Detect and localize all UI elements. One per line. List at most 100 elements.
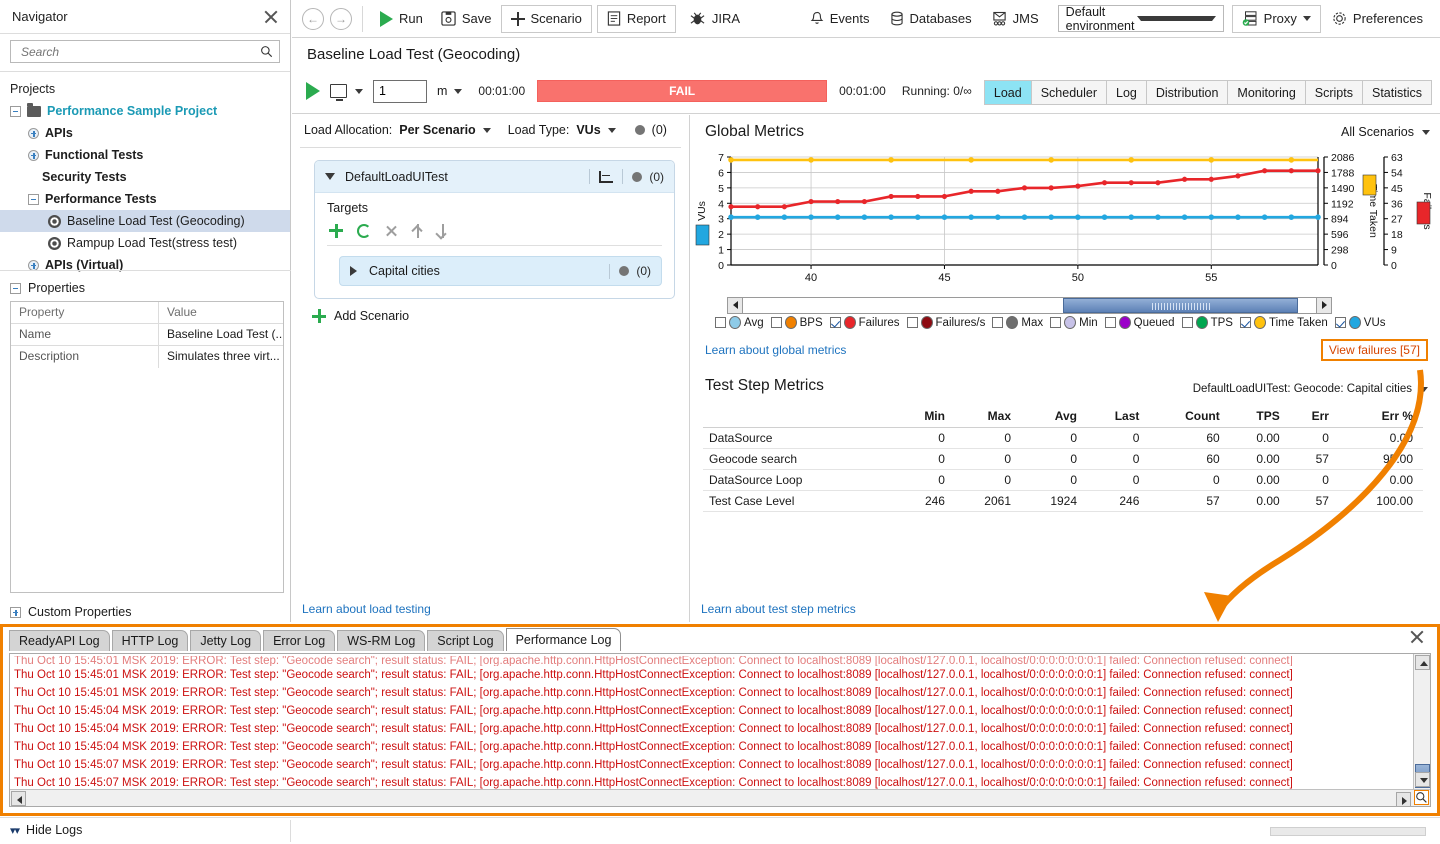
table-row[interactable]: Description Simulates three virt...	[11, 346, 283, 368]
log-tab-performance-log[interactable]: Performance Log	[506, 628, 622, 651]
table-row[interactable]: Name Baseline Load Test (...	[11, 324, 283, 346]
tab-log[interactable]: Log	[1107, 81, 1147, 104]
legend-item-vus[interactable]: VUs	[1335, 316, 1386, 329]
load-allocation-value[interactable]: Per Scenario	[399, 123, 475, 137]
legend-item-avg[interactable]: Avg	[715, 316, 764, 329]
scroll-thumb[interactable]	[1063, 298, 1298, 313]
preferences-button[interactable]: Preferences	[1323, 5, 1432, 33]
legend-item-tps[interactable]: TPS	[1182, 316, 1233, 329]
agent-select[interactable]	[330, 84, 363, 98]
legend-checkbox[interactable]	[1240, 317, 1251, 328]
add-target-icon[interactable]	[329, 224, 343, 238]
scenario-card-header[interactable]: DefaultLoadUITest (0)	[315, 161, 674, 193]
expander-minus-icon[interactable]	[28, 194, 39, 205]
legend-checkbox[interactable]	[907, 317, 918, 328]
log-horizontal-scrollbar[interactable]	[10, 789, 1430, 806]
tree-item-project[interactable]: Performance Sample Project	[0, 100, 290, 122]
tab-distribution[interactable]: Distribution	[1147, 81, 1229, 104]
expander-plus-icon[interactable]	[28, 260, 39, 271]
hide-logs-button[interactable]: ▾▾ Hide Logs	[10, 823, 82, 837]
scroll-down-button[interactable]	[1415, 772, 1430, 787]
legend-checkbox[interactable]	[1050, 317, 1061, 328]
run-test-button[interactable]	[306, 82, 320, 100]
limit-input[interactable]	[373, 80, 427, 103]
scroll-left-button[interactable]	[728, 298, 743, 313]
expander-minus-icon[interactable]	[10, 106, 21, 117]
close-icon[interactable]	[262, 8, 280, 26]
scroll-up-button[interactable]	[1415, 655, 1430, 670]
scroll-right-button[interactable]	[1316, 298, 1331, 313]
custom-properties-header[interactable]: Custom Properties	[0, 602, 291, 622]
move-up-icon[interactable]	[412, 224, 423, 238]
expander-minus-icon[interactable]	[10, 283, 21, 294]
tree-item-performance-tests[interactable]: Performance Tests	[0, 188, 290, 210]
chevron-down-icon[interactable]	[483, 128, 491, 133]
tree-item-apis-virtual[interactable]: APIs (Virtual)	[0, 254, 290, 276]
delete-icon[interactable]	[385, 224, 398, 237]
proxy-button[interactable]: Proxy	[1232, 5, 1321, 33]
add-scenario-link[interactable]: Add Scenario	[292, 299, 689, 323]
table-row[interactable]: Geocode search0000600.005795.00	[703, 449, 1423, 470]
legend-checkbox[interactable]	[1335, 317, 1346, 328]
legend-item-failures[interactable]: Failures	[830, 316, 900, 329]
chart-hscrollbar[interactable]	[727, 297, 1332, 314]
run-button[interactable]: Run	[371, 5, 432, 33]
scroll-right-button[interactable]	[1396, 792, 1411, 807]
jira-button[interactable]: JIRA	[680, 5, 749, 33]
refresh-icon[interactable]	[357, 224, 371, 238]
legend-item-bps[interactable]: BPS	[771, 316, 823, 329]
tree-item-security-tests[interactable]: Security Tests	[0, 166, 290, 188]
tab-load[interactable]: Load	[985, 81, 1032, 104]
back-arrow-icon[interactable]: ←	[302, 8, 324, 30]
events-button[interactable]: Events	[801, 5, 879, 33]
log-tab-script-log[interactable]: Script Log	[427, 630, 503, 651]
expander-plus-icon[interactable]	[28, 128, 39, 139]
expander-plus-icon[interactable]	[10, 607, 21, 618]
close-icon[interactable]	[1409, 629, 1425, 645]
legend-item-max[interactable]: Max	[992, 316, 1043, 329]
table-row[interactable]: DataSource0000600.0000.00	[703, 428, 1423, 449]
tree-item-rampup-load-test[interactable]: Rampup Load Test(stress test)	[0, 232, 290, 254]
learn-about-test-step-metrics-link[interactable]: Learn about test step metrics	[701, 602, 856, 616]
scenario-scope-select[interactable]: All Scenarios	[1341, 125, 1430, 139]
tab-scripts[interactable]: Scripts	[1306, 81, 1363, 104]
properties-header[interactable]: Properties	[0, 277, 291, 299]
legend-checkbox[interactable]	[830, 317, 841, 328]
tab-statistics[interactable]: Statistics	[1363, 81, 1431, 104]
test-step-scope-select[interactable]: DefaultLoadUITest: Geocode: Capital citi…	[1193, 383, 1428, 395]
log-tab-jetty-log[interactable]: Jetty Log	[190, 630, 261, 651]
expander-plus-icon[interactable]	[28, 150, 39, 161]
environment-select[interactable]: Default environment	[1058, 5, 1224, 32]
legend-item-min[interactable]: Min	[1050, 316, 1098, 329]
tab-monitoring[interactable]: Monitoring	[1228, 81, 1305, 104]
log-tab-http-log[interactable]: HTTP Log	[112, 630, 189, 651]
legend-checkbox[interactable]	[992, 317, 1003, 328]
chevron-down-icon[interactable]	[608, 128, 616, 133]
search-box[interactable]	[10, 40, 280, 63]
add-scenario-button[interactable]: Scenario	[501, 5, 592, 33]
jms-button[interactable]: JMS	[983, 5, 1048, 33]
learn-about-load-testing-link[interactable]: Learn about load testing	[302, 602, 431, 616]
save-button[interactable]: Save	[432, 5, 501, 33]
search-input[interactable]	[19, 44, 260, 60]
log-tab-error-log[interactable]: Error Log	[263, 630, 335, 651]
chevron-right-icon[interactable]	[350, 266, 357, 276]
legend-item-failures-s[interactable]: Failures/s	[907, 316, 986, 329]
log-lines[interactable]: Thu Oct 10 15:45:01 MSK 2019: ERROR: Tes…	[10, 654, 1412, 789]
load-type-value[interactable]: VUs	[576, 123, 600, 137]
table-row[interactable]: DataSource Loop000000.0000.00	[703, 470, 1423, 491]
tree-item-functional-tests[interactable]: Functional Tests	[0, 144, 290, 166]
legend-checkbox[interactable]	[771, 317, 782, 328]
view-failures-button[interactable]: View failures [57]	[1321, 339, 1428, 361]
log-tab-ws-rm-log[interactable]: WS-RM Log	[337, 630, 425, 651]
forward-arrow-icon[interactable]: →	[330, 8, 352, 30]
target-item-capital-cities[interactable]: Capital cities (0)	[339, 256, 662, 286]
legend-checkbox[interactable]	[1105, 317, 1116, 328]
tab-scheduler[interactable]: Scheduler	[1032, 81, 1107, 104]
tree-item-baseline-load-test[interactable]: Baseline Load Test (Geocoding)	[0, 210, 290, 232]
databases-button[interactable]: Databases	[881, 5, 981, 33]
learn-about-global-metrics-link[interactable]: Learn about global metrics	[705, 343, 1321, 357]
move-down-icon[interactable]	[437, 224, 448, 238]
report-button[interactable]: Report	[597, 5, 676, 33]
zoom-icon[interactable]	[1414, 790, 1429, 805]
